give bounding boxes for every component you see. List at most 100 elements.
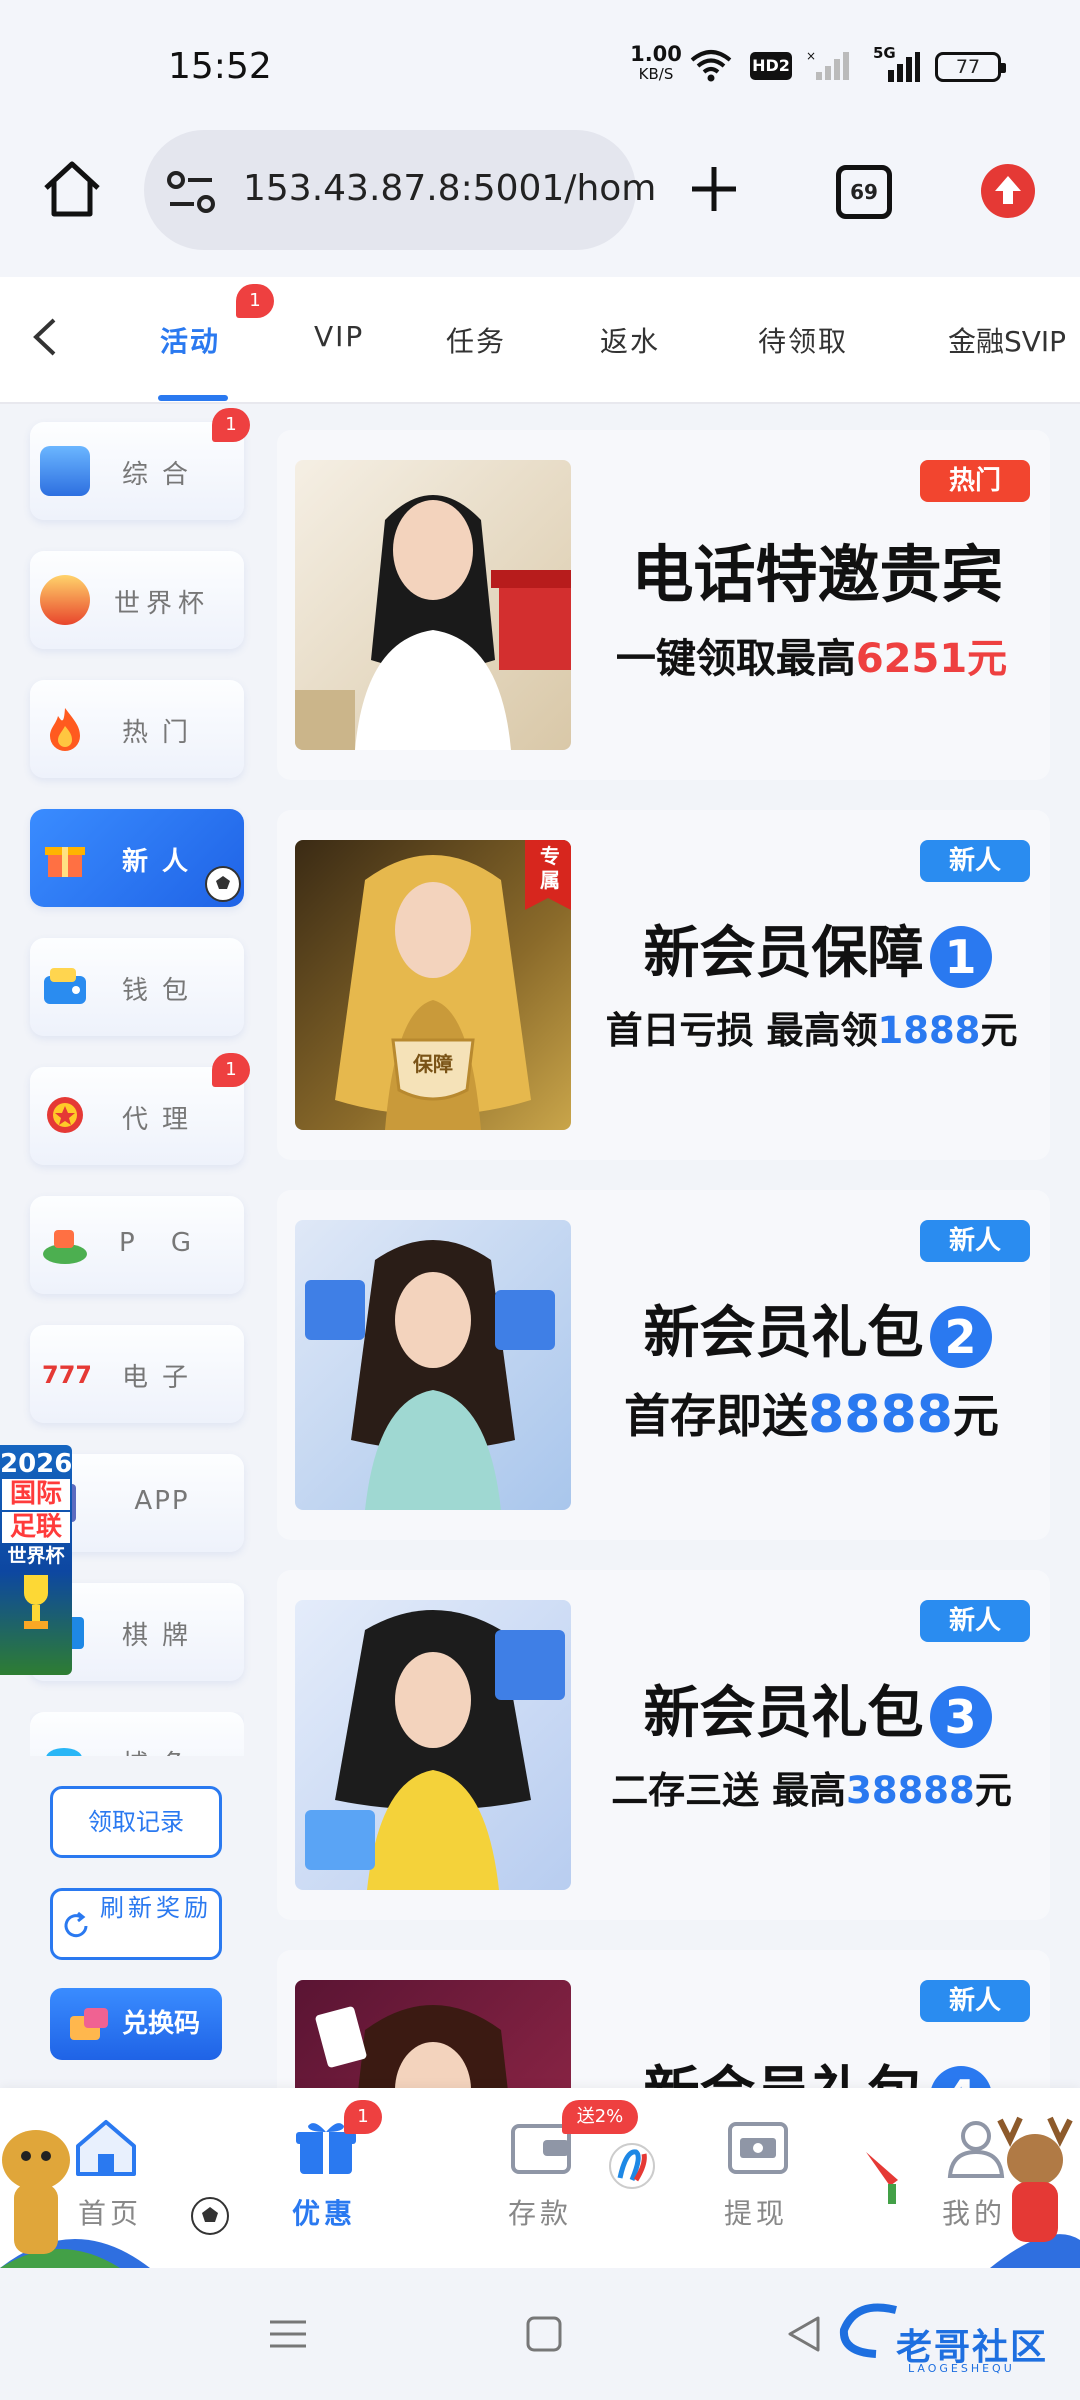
promo-tag: 热门 bbox=[920, 460, 1030, 502]
sidebar-item-wallet[interactable]: 钱包 bbox=[30, 938, 244, 1036]
sidebar-item-label: 代理 bbox=[121, 1105, 202, 1135]
nav-deposit-badge: 送2% bbox=[562, 2100, 638, 2134]
promo-amount: 8888 bbox=[808, 1385, 953, 1445]
promo-tag: 新人 bbox=[920, 1220, 1030, 1262]
promo-card[interactable]: 专属 保障 新人 新会员保障 1 首日亏损 最高领1888元 bbox=[277, 810, 1050, 1160]
tab-underline bbox=[158, 395, 228, 401]
net-speed-unit: KB/S bbox=[638, 65, 674, 83]
promo-image: 专属 保障 bbox=[295, 840, 571, 1130]
promo-title: 电话特邀贵宾 bbox=[631, 538, 1004, 611]
promo-number: 3 bbox=[929, 1685, 992, 1748]
sidebar-item-label: 世界杯 bbox=[113, 589, 210, 619]
promo-title: 新会员礼包 3 bbox=[595, 1668, 1040, 1749]
home-square-icon[interactable] bbox=[524, 2314, 564, 2354]
promo-card[interactable]: 热门 电话特邀贵宾 一键领取最高6251元 bbox=[277, 430, 1050, 780]
tab-switcher-button[interactable]: 69 bbox=[836, 165, 892, 219]
promo-image bbox=[295, 460, 571, 750]
sidebar-badge: 1 bbox=[212, 408, 250, 442]
promo-card[interactable]: 新人 新会员礼包 2 首存即送8888元 bbox=[277, 1190, 1050, 1540]
tab-rebate[interactable]: 返水 bbox=[600, 320, 660, 360]
promo-card[interactable]: 新人 新会员礼包4 bbox=[277, 1950, 1050, 2088]
nav-promotions-badge: 1 bbox=[344, 2100, 382, 2134]
sidebar-item-fishing[interactable]: 捕鱼 bbox=[30, 1712, 244, 1756]
sidebar-item-label: 钱包 bbox=[121, 976, 202, 1006]
tab-finance-svip[interactable]: 金融SVIP bbox=[948, 320, 1066, 360]
nav-deposit-label[interactable]: 存款 bbox=[508, 2192, 572, 2232]
tab-vip[interactable]: VIP bbox=[314, 320, 364, 353]
promo-sub-suffix: 元 bbox=[952, 1389, 999, 1443]
promo-image bbox=[295, 1600, 571, 1890]
hd-indicator: HD2 bbox=[750, 52, 792, 80]
sidebar-item-hot[interactable]: 热门 bbox=[30, 680, 244, 778]
nav-withdraw-label[interactable]: 提现 bbox=[724, 2192, 788, 2232]
promo-number: 2 bbox=[929, 1305, 992, 1368]
signal-icon-sim1: × bbox=[806, 49, 849, 80]
redeem-code-button[interactable]: 兑换码 bbox=[50, 1988, 222, 2060]
sidebar-item-label: 热门 bbox=[121, 718, 202, 748]
upload-button[interactable] bbox=[981, 164, 1035, 218]
promo-sub-text: 首存即送 bbox=[624, 1389, 809, 1443]
menu-icon[interactable] bbox=[268, 2314, 308, 2354]
withdraw-nav-icon bbox=[728, 2122, 788, 2174]
tab-activity[interactable]: 活动 bbox=[160, 320, 220, 360]
promo-card[interactable]: 新人 新会员礼包 3 二存三送 最高38888元 bbox=[277, 1570, 1050, 1920]
sidebar-item-pg[interactable]: P G bbox=[30, 1196, 244, 1294]
promo-title: 新会员礼包 2 bbox=[595, 1288, 1040, 1369]
promo-sub-text: 二存三送 最高 bbox=[611, 1769, 847, 1812]
exclusive-badge: 专属 bbox=[540, 844, 560, 892]
home-nav-icon bbox=[76, 2120, 136, 2176]
promo-number: 1 bbox=[929, 925, 992, 988]
promo-tag: 新人 bbox=[920, 1600, 1030, 1642]
gift-pack-2-image bbox=[305, 1240, 555, 1510]
sidebar-item-label: 电子 bbox=[121, 1363, 202, 1393]
promo-subtitle: 二存三送 最高38888元 bbox=[577, 1760, 1046, 1814]
promo-subtitle: 首存即送8888元 bbox=[577, 1380, 1046, 1446]
sidebar-item-world-cup[interactable]: 世界杯 bbox=[30, 551, 244, 649]
promo-tag: 新人 bbox=[920, 1980, 1030, 2022]
promo-image bbox=[295, 1980, 571, 2088]
promo-sub-suffix: 元 bbox=[974, 1769, 1012, 1812]
promo-title-text: 新会员保障 bbox=[643, 921, 924, 986]
tab-pending[interactable]: 待领取 bbox=[758, 320, 848, 360]
url-text[interactable]: 153.43.87.8:5001/hom bbox=[243, 168, 656, 209]
promo-title-text: 新会员礼包 bbox=[643, 1301, 924, 1366]
nav-home-label[interactable]: 首页 bbox=[78, 2192, 142, 2232]
back-triangle-icon[interactable] bbox=[784, 2314, 824, 2354]
battery-indicator: 77 bbox=[935, 52, 1006, 82]
svg-text:×: × bbox=[806, 49, 816, 63]
new-tab-icon[interactable] bbox=[688, 163, 740, 215]
ad-line4: 世界杯 bbox=[7, 1545, 65, 1567]
trophy-icon bbox=[24, 1575, 48, 1629]
vip-host-image bbox=[295, 495, 571, 750]
refresh-rewards-button[interactable]: 刷新奖励 bbox=[50, 1888, 222, 1960]
sidebar-item-newcomer[interactable]: 新人 bbox=[30, 809, 244, 907]
promo-card-clip: 新人 新会员礼包4 bbox=[277, 1950, 1050, 2088]
arrow-up-icon bbox=[995, 176, 1021, 204]
back-arrow-icon[interactable] bbox=[30, 316, 60, 358]
nav-promotions-label[interactable]: 优惠 bbox=[292, 2192, 356, 2232]
site-settings-icon[interactable] bbox=[166, 170, 216, 214]
world-cup-26-icon bbox=[609, 2143, 655, 2189]
sidebar-item-slots[interactable]: 777 电子 bbox=[30, 1325, 244, 1423]
promo-number: 4 bbox=[929, 2065, 992, 2088]
watermark-subtext: LAOGESHEQU bbox=[908, 2362, 1015, 2375]
home-icon[interactable] bbox=[40, 158, 104, 222]
net-speed-value: 1.00 bbox=[630, 42, 682, 66]
refresh-icon bbox=[64, 1911, 88, 1938]
net-speed: 1.00 KB/S bbox=[628, 44, 684, 84]
sidebar-badge: 1 bbox=[212, 1053, 250, 1087]
gift-pack-4-image bbox=[315, 2005, 508, 2088]
redeem-code-label: 兑换码 bbox=[122, 2009, 201, 2039]
promo-title-text: 新会员礼包 bbox=[644, 2061, 924, 2088]
signal-icon-sim2 bbox=[888, 52, 920, 82]
promo-title: 新会员保障 1 bbox=[595, 908, 1040, 989]
tab-tasks[interactable]: 任务 bbox=[446, 320, 506, 360]
status-time: 15:52 bbox=[168, 46, 272, 87]
floating-worldcup-ad[interactable]: 2026 国际 足联 世界杯 bbox=[0, 1445, 72, 1675]
nav-withdraw[interactable] bbox=[722, 2110, 802, 2190]
sidebar-item-label: 综合 bbox=[121, 460, 202, 490]
soccer-ball-icon bbox=[191, 2197, 229, 2235]
ad-year: 2026 bbox=[0, 1449, 72, 1479]
claim-records-button[interactable]: 领取记录 bbox=[50, 1786, 222, 1858]
tab-activity-badge: 1 bbox=[236, 284, 274, 318]
